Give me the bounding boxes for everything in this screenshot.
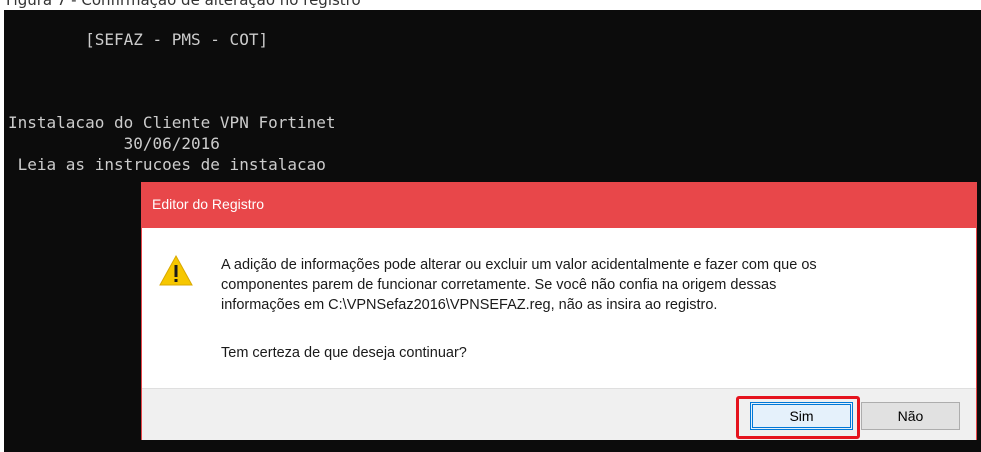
- warning-icon: [159, 254, 193, 286]
- registry-editor-dialog: Editor do Registro A adição de informaçõ…: [141, 182, 977, 440]
- caption-text: Figura 7 - Confirmação de alteração no r…: [6, 0, 361, 9]
- console-line-header: [SEFAZ - PMS - COT]: [8, 30, 269, 49]
- message-line-3: informações em C:\VPNSefaz2016\VPNSEFAZ.…: [221, 297, 718, 313]
- console-line-date: 30/06/2016: [8, 134, 220, 153]
- dialog-message: A adição de informações pode alterar ou …: [221, 255, 961, 315]
- dialog-button-bar: Sim Não: [142, 388, 976, 440]
- document-caption: Figura 7 - Confirmação de alteração no r…: [0, 0, 981, 10]
- dialog-titlebar[interactable]: Editor do Registro: [142, 183, 976, 228]
- console-line-title: Instalacao do Cliente VPN Fortinet: [8, 113, 336, 132]
- yes-button[interactable]: Sim: [750, 402, 853, 430]
- message-line-1: A adição de informações pode alterar ou …: [221, 257, 817, 273]
- dialog-question: Tem certeza de que deseja continuar?: [221, 345, 467, 361]
- dialog-title: Editor do Registro: [152, 196, 265, 212]
- console-line-instructions: Leia as instrucoes de instalacao: [8, 155, 326, 174]
- no-button[interactable]: Não: [861, 402, 960, 430]
- message-line-2: componentes parem de funcionar corretame…: [221, 277, 777, 293]
